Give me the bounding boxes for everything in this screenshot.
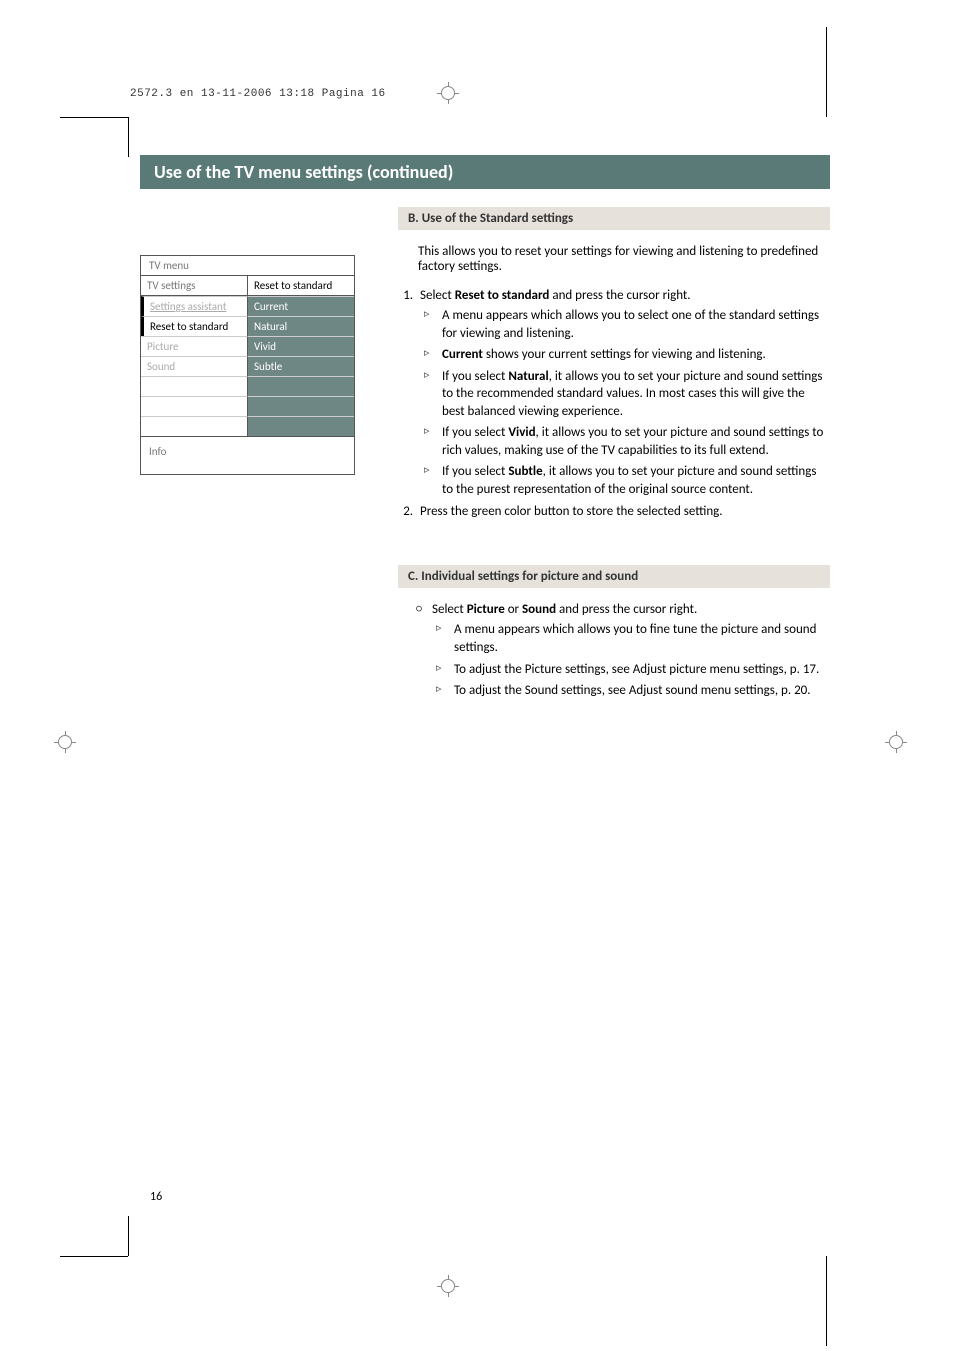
menu-item-empty <box>141 416 247 436</box>
registration-mark <box>889 735 903 749</box>
crop-mark <box>128 117 129 157</box>
step: Select Reset to standard and press the c… <box>416 288 830 498</box>
body-text: This allows you to reset your settings f… <box>418 244 830 274</box>
body-text: To adjust the Sound settings, see Adjust… <box>454 683 811 698</box>
body-text: If you select <box>442 464 508 479</box>
step: Press the green color button to store th… <box>416 504 830 519</box>
section-heading: C. Individual settings for picture and s… <box>398 565 830 588</box>
body-text: Press the green color button to store th… <box>420 504 723 519</box>
registration-mark <box>441 1279 455 1293</box>
menu-item: Current <box>247 296 354 316</box>
menu-item: Picture <box>141 336 247 356</box>
menu-item-empty <box>247 376 354 396</box>
body-text: To adjust the Picture settings, see Adju… <box>454 662 819 677</box>
bullet: To adjust the Sound settings, see Adjust… <box>436 682 830 700</box>
body-text: Picture <box>467 602 505 617</box>
body-text: Natural <box>508 369 548 384</box>
crop-mark <box>826 27 827 117</box>
page-title: Use of the TV menu settings (continued) <box>140 155 830 189</box>
bullet: A menu appears which allows you to fine … <box>436 621 830 656</box>
bullet: Select Picture or Sound and press the cu… <box>416 602 830 699</box>
menu-item: Natural <box>247 316 354 336</box>
body-text: A menu appears which allows you to fine … <box>454 622 816 655</box>
body-text: shows your current settings for viewing … <box>483 347 766 362</box>
body-text: Sound <box>522 602 556 617</box>
bullet: A menu appears which allows you to selec… <box>424 307 830 342</box>
menu-item: Subtle <box>247 356 354 376</box>
registration-mark <box>58 735 72 749</box>
bullet: To adjust the Picture settings, see Adju… <box>436 661 830 679</box>
section-heading: B. Use of the Standard settings <box>398 207 830 230</box>
body-text: A menu appears which allows you to selec… <box>442 308 819 341</box>
body-text: Select <box>432 602 467 617</box>
body-text: Vivid <box>508 425 535 440</box>
menu-col-header: TV settings <box>141 276 247 295</box>
body-text: or <box>505 602 522 617</box>
menu-item-empty <box>141 376 247 396</box>
crop-mark <box>826 1256 827 1346</box>
crop-mark <box>60 117 128 118</box>
menu-item-empty <box>247 396 354 416</box>
body-text: Select <box>420 288 455 303</box>
bullet: If you select Natural, it allows you to … <box>424 368 830 421</box>
registration-mark <box>441 86 455 100</box>
body-text: If you select <box>442 369 508 384</box>
menu-item-empty <box>247 416 354 436</box>
menu-item: Vivid <box>247 336 354 356</box>
tv-menu-illustration: TV menu TV settings Reset to standard Se… <box>140 255 355 475</box>
page-number: 16 <box>150 1190 162 1204</box>
bullet: If you select Vivid, it allows you to se… <box>424 424 830 459</box>
body-text: and press the cursor right. <box>556 602 697 617</box>
body-text: Current <box>442 347 483 362</box>
menu-item: Sound <box>141 356 247 376</box>
menu-item-selected: Reset to standard <box>141 316 247 336</box>
bullet: Current shows your current settings for … <box>424 346 830 364</box>
menu-item: Settings assistant <box>141 296 247 316</box>
body-text: Reset to standard <box>455 288 550 303</box>
print-header: 2572.3 en 13-11-2006 13:18 Pagina 16 <box>130 88 386 100</box>
menu-title: TV menu <box>141 256 354 275</box>
body-text: Subtle <box>508 464 542 479</box>
menu-item-empty <box>141 396 247 416</box>
crop-mark <box>128 1216 129 1256</box>
menu-info: Info <box>141 436 354 474</box>
crop-mark <box>60 1256 128 1257</box>
body-text: and press the cursor right. <box>549 288 690 303</box>
body-text: If you select <box>442 425 508 440</box>
menu-col-header: Reset to standard <box>247 276 354 295</box>
bullet: If you select Subtle, it allows you to s… <box>424 463 830 498</box>
